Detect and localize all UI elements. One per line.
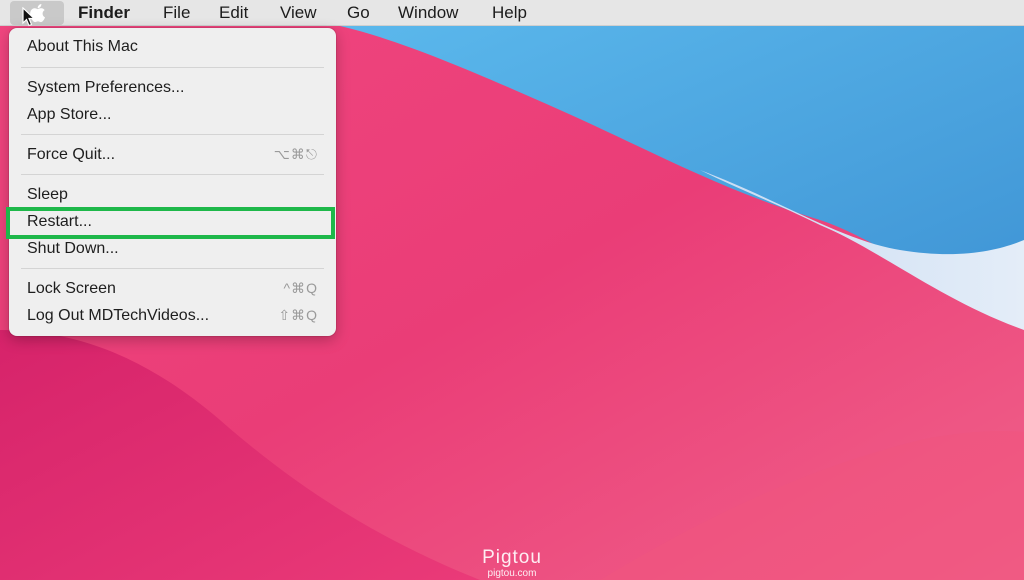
shortcut-hint: ^⌘Q — [283, 280, 318, 296]
menu-item-label: Sleep — [27, 186, 68, 203]
menu-item-label: Shut Down... — [27, 240, 119, 257]
mouse-pointer-icon — [22, 7, 36, 27]
menu-item-label: Lock Screen — [27, 280, 116, 297]
menu-separator — [21, 268, 324, 269]
menu-item-app-store[interactable]: App Store... — [9, 102, 336, 128]
apple-menu-button[interactable] — [10, 1, 64, 25]
menu-edit[interactable]: Edit — [219, 0, 248, 26]
menu-finder[interactable]: Finder — [78, 0, 130, 26]
menu-item-force-quit[interactable]: Force Quit... ⌥⌘⎋ — [9, 142, 336, 168]
menu-item-label: Force Quit... — [27, 146, 116, 163]
restart-highlight-box — [6, 207, 335, 239]
apple-menu-dropdown: About This Mac System Preferences... App… — [9, 28, 336, 336]
menu-item-label: About This Mac — [27, 38, 138, 55]
watermark-brand: Pigtou — [482, 547, 542, 568]
menu-help[interactable]: Help — [492, 0, 527, 26]
menu-item-label: App Store... — [27, 106, 112, 123]
menu-item-log-out[interactable]: Log Out MDTechVideos... ⇧⌘Q — [9, 303, 336, 329]
menu-file[interactable]: File — [163, 0, 190, 26]
menu-item-system-preferences[interactable]: System Preferences... — [9, 75, 336, 101]
menu-view[interactable]: View — [280, 0, 317, 26]
menu-item-shut-down[interactable]: Shut Down... — [9, 236, 336, 262]
menu-bar: Finder File Edit View Go Window Help — [0, 0, 1024, 26]
watermark: Pigtou pigtou.com — [0, 548, 1024, 580]
shortcut-hint: ⌥⌘⎋ — [273, 146, 318, 162]
menu-separator — [21, 174, 324, 175]
shortcut-hint: ⇧⌘Q — [278, 307, 318, 323]
menu-item-about-this-mac[interactable]: About This Mac — [9, 34, 336, 60]
menu-item-lock-screen[interactable]: Lock Screen ^⌘Q — [9, 276, 336, 302]
menu-go[interactable]: Go — [347, 0, 370, 26]
watermark-url: pigtou.com — [487, 568, 537, 579]
menu-separator — [21, 67, 324, 68]
menu-window[interactable]: Window — [398, 0, 458, 26]
menu-item-sleep[interactable]: Sleep — [9, 182, 336, 208]
menu-separator — [21, 134, 324, 135]
menu-item-label: Log Out MDTechVideos... — [27, 307, 210, 324]
menu-item-label: System Preferences... — [27, 79, 185, 96]
